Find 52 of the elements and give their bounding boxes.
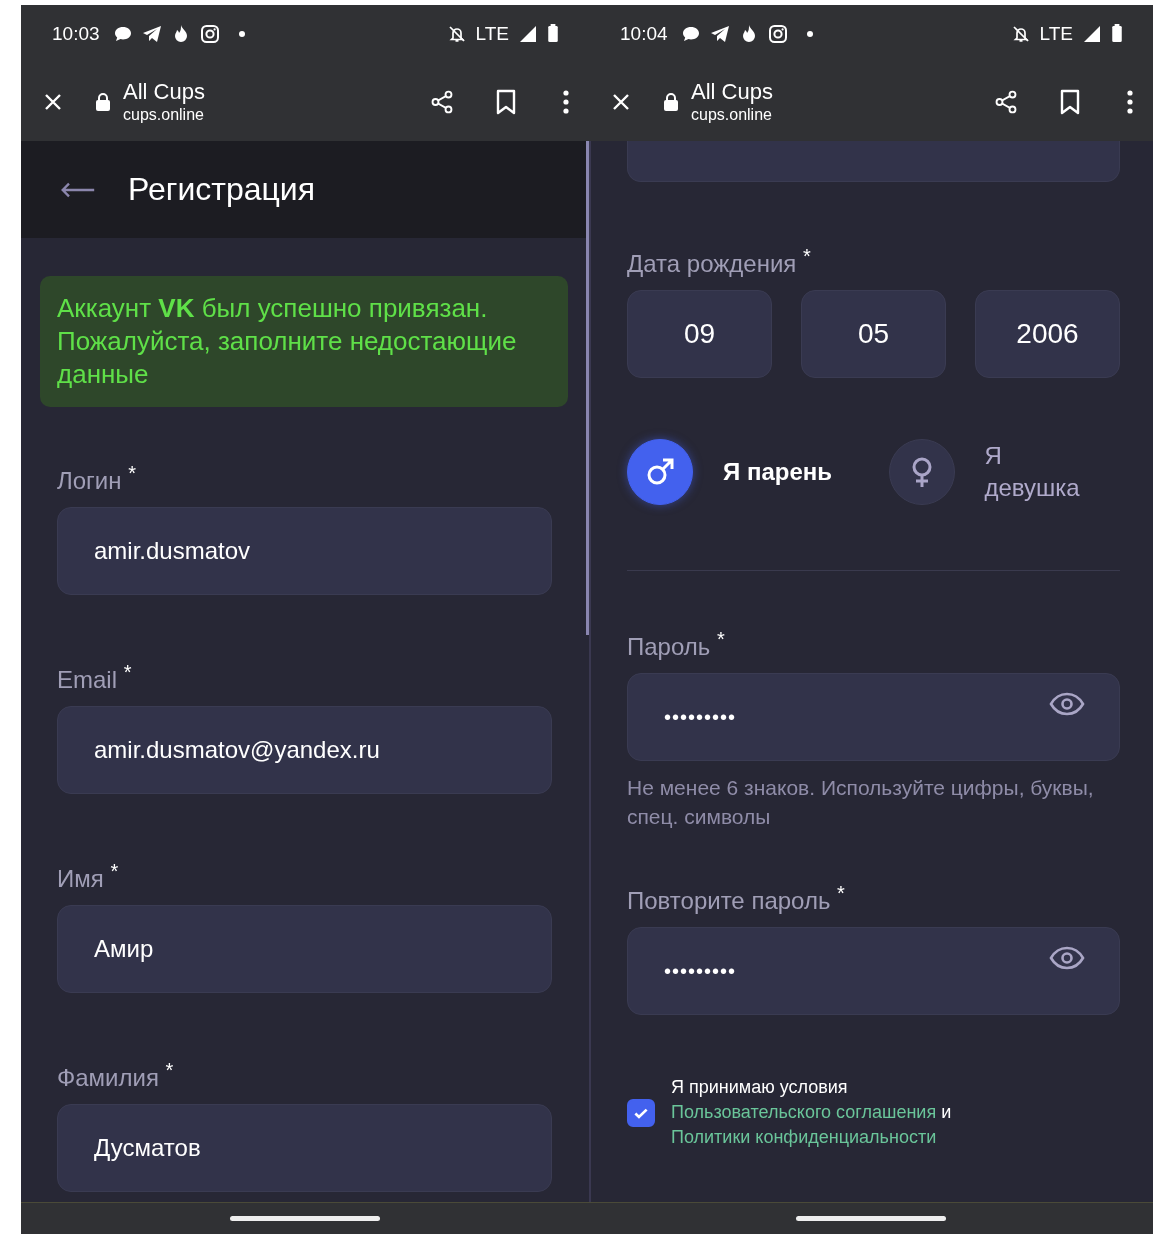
input-field[interactable]: Дусматов bbox=[57, 1104, 552, 1192]
terms-link[interactable]: Пользовательского соглашения bbox=[671, 1102, 937, 1122]
paper-plane-icon bbox=[709, 23, 730, 44]
dot-icon bbox=[238, 30, 245, 37]
privacy-link[interactable]: Политики конфиденциальности bbox=[671, 1127, 937, 1147]
field-label: Имя $^{*}$ bbox=[57, 859, 120, 893]
lock-icon bbox=[663, 91, 679, 112]
dot-icon bbox=[806, 30, 813, 37]
alert-text: Аккаунт VK был успешно привязан. Пожалуйста, заполните недостающие данные bbox=[57, 292, 518, 391]
input-field[interactable] bbox=[627, 141, 1120, 182]
date-field[interactable]: 09 bbox=[627, 290, 772, 378]
battery-icon bbox=[547, 24, 559, 43]
input-field[interactable]: Амир bbox=[57, 905, 552, 993]
paper-plane-icon bbox=[141, 23, 162, 44]
input-field[interactable]: amir.dusmatov bbox=[57, 507, 552, 595]
more-icon[interactable] bbox=[563, 89, 569, 114]
battery-icon bbox=[1111, 24, 1123, 43]
field-label: Пароль $^{*}$ bbox=[627, 627, 726, 661]
terms-text: Я принимаю условия Пользовательского соглашения и Политики конфиденциальности bbox=[671, 1076, 953, 1149]
camera-icon bbox=[199, 23, 220, 44]
checkbox[interactable] bbox=[627, 1098, 655, 1127]
gender-option[interactable]: Я девушка bbox=[888, 439, 1120, 505]
camera-icon bbox=[767, 23, 788, 44]
page-url: cups.online bbox=[691, 105, 773, 125]
field-label: Логин $^{*}$ bbox=[57, 461, 137, 495]
date-field[interactable]: 2006 bbox=[975, 290, 1120, 378]
field-label: Email $^{*}$ bbox=[57, 660, 133, 694]
password-field[interactable]: ••••••••• bbox=[664, 959, 737, 983]
field-label: Дата рождения $^{*}$ bbox=[627, 244, 812, 278]
bell-off-icon bbox=[446, 23, 467, 44]
network-type: LTE bbox=[1039, 22, 1073, 45]
bell-off-icon bbox=[1010, 23, 1031, 44]
scrollbar[interactable] bbox=[586, 141, 589, 635]
page-title: All Cups bbox=[691, 78, 773, 105]
gender-option[interactable]: Я парень bbox=[627, 439, 859, 505]
status-time: 10:04 bbox=[620, 22, 668, 45]
field-label: Повторите пароль $^{*}$ bbox=[627, 881, 846, 915]
date-field[interactable]: 05 bbox=[801, 290, 946, 378]
page-url: cups.online bbox=[123, 105, 205, 125]
back-arrow-icon[interactable] bbox=[60, 181, 96, 198]
status-time: 10:03 bbox=[52, 22, 100, 45]
page-title: All Cups bbox=[123, 78, 205, 105]
lock-icon bbox=[95, 91, 111, 112]
hint-text: Не менее 6 знаков. Используйте цифры, буквы, спец. символы bbox=[627, 775, 1095, 830]
network-type: LTE bbox=[475, 22, 509, 45]
field-label: Фамилия $^{*}$ bbox=[57, 1058, 175, 1092]
header-title: Регистрация bbox=[128, 171, 316, 208]
input-field[interactable]: amir.dusmatov@yandex.ru bbox=[57, 706, 552, 794]
more-icon[interactable] bbox=[1127, 89, 1133, 114]
eye-icon[interactable] bbox=[1049, 946, 1085, 970]
eye-icon[interactable] bbox=[1049, 692, 1085, 716]
password-field[interactable]: ••••••••• bbox=[664, 705, 737, 729]
